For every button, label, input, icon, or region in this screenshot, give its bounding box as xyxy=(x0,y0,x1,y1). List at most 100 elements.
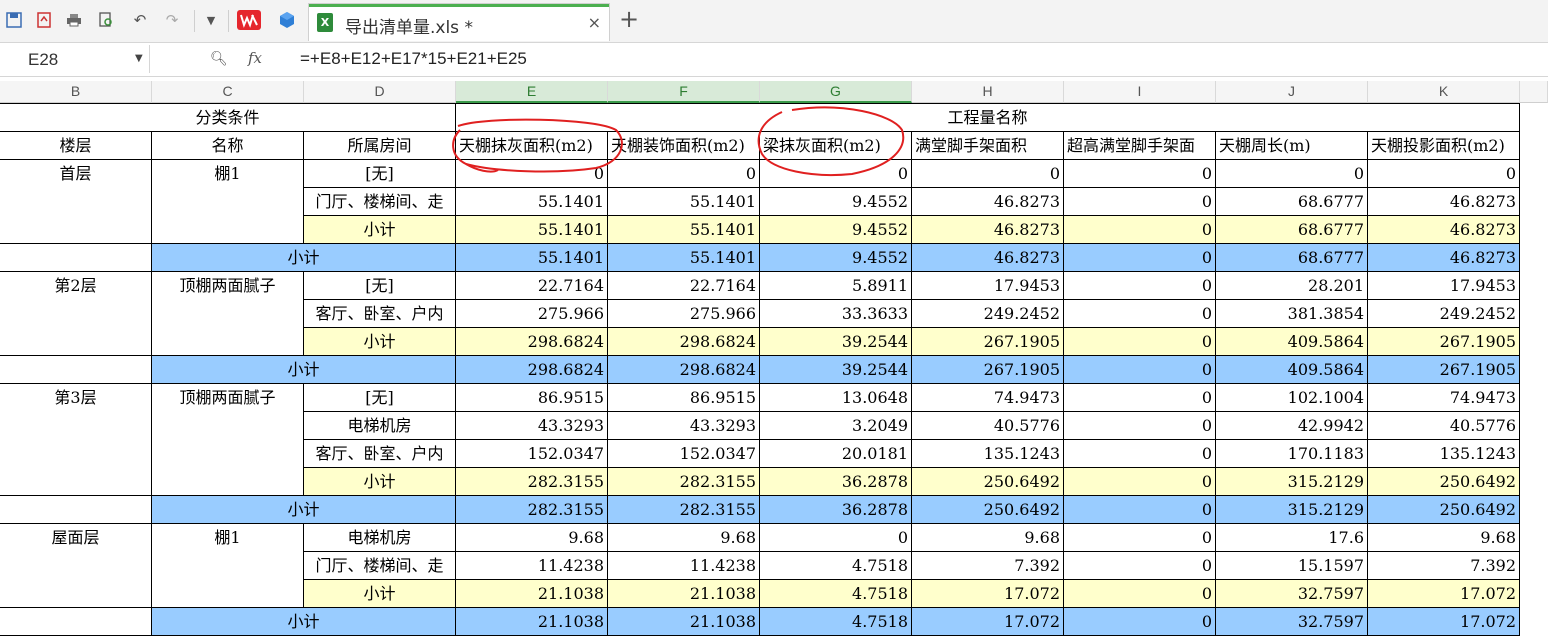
fx-icon[interactable]: fx xyxy=(248,49,262,67)
name-cell[interactable]: 棚1 xyxy=(152,524,304,608)
value-cell[interactable]: 152.0347 xyxy=(608,440,760,468)
column-title-B[interactable]: 楼层 xyxy=(0,132,152,160)
floor-subtotal-value[interactable]: 32.7597 xyxy=(1216,608,1368,636)
floor-subtotal-value[interactable]: 0 xyxy=(1064,356,1216,384)
floor-subtotal-value[interactable]: 267.1905 xyxy=(1368,356,1520,384)
value-cell[interactable]: 9.68 xyxy=(1368,524,1520,552)
column-title-D[interactable]: 所属房间 xyxy=(304,132,456,160)
header-group-quantity[interactable]: 工程量名称 xyxy=(456,104,1520,132)
value-cell[interactable]: 17.9453 xyxy=(1368,272,1520,300)
subtotal-value-cell[interactable]: 298.6824 xyxy=(608,328,760,356)
value-cell[interactable]: 0 xyxy=(1064,412,1216,440)
floor-cell[interactable]: 屋面层 xyxy=(0,524,152,608)
blank-cell[interactable] xyxy=(0,608,152,636)
subtotal-value-cell[interactable]: 267.1905 xyxy=(1368,328,1520,356)
floor-subtotal-value[interactable]: 46.8273 xyxy=(1368,244,1520,272)
value-cell[interactable]: 0 xyxy=(1216,160,1368,188)
subtotal-value-cell[interactable]: 36.2878 xyxy=(760,468,912,496)
value-cell[interactable]: 0 xyxy=(760,524,912,552)
value-cell[interactable]: 0 xyxy=(760,160,912,188)
column-title-J[interactable]: 天棚周长(m) xyxy=(1216,132,1368,160)
floor-subtotal-value[interactable]: 250.6492 xyxy=(912,496,1064,524)
value-cell[interactable]: 46.8273 xyxy=(912,188,1064,216)
floor-subtotal-value[interactable]: 0 xyxy=(1064,244,1216,272)
value-cell[interactable]: 40.5776 xyxy=(1368,412,1520,440)
value-cell[interactable]: 0 xyxy=(1064,300,1216,328)
room-subtotal-label[interactable]: 小计 xyxy=(304,216,456,244)
value-cell[interactable]: 0 xyxy=(912,160,1064,188)
subtotal-value-cell[interactable]: 0 xyxy=(1064,216,1216,244)
blank-cell[interactable] xyxy=(0,244,152,272)
floor-subtotal-value[interactable]: 55.1401 xyxy=(456,244,608,272)
column-header-F[interactable]: F xyxy=(608,81,760,103)
subtotal-value-cell[interactable]: 46.8273 xyxy=(912,216,1064,244)
floor-subtotal-label[interactable]: 小计 xyxy=(152,608,456,636)
value-cell[interactable]: 55.1401 xyxy=(608,188,760,216)
print-preview-icon[interactable] xyxy=(96,10,116,30)
value-cell[interactable]: 68.6777 xyxy=(1216,188,1368,216)
floor-cell[interactable]: 首层 xyxy=(0,160,152,244)
value-cell[interactable]: 0 xyxy=(1064,552,1216,580)
name-cell[interactable]: 顶棚两面腻子 xyxy=(152,384,304,496)
value-cell[interactable]: 13.0648 xyxy=(760,384,912,412)
value-cell[interactable]: 0 xyxy=(1064,384,1216,412)
floor-subtotal-value[interactable]: 315.2129 xyxy=(1216,496,1368,524)
value-cell[interactable]: 249.2452 xyxy=(912,300,1064,328)
room-subtotal-label[interactable]: 小计 xyxy=(304,328,456,356)
floor-subtotal-value[interactable]: 17.072 xyxy=(912,608,1064,636)
value-cell[interactable]: 43.3293 xyxy=(608,412,760,440)
value-cell[interactable]: 249.2452 xyxy=(1368,300,1520,328)
floor-subtotal-label[interactable]: 小计 xyxy=(152,244,456,272)
add-tab-icon[interactable]: + xyxy=(619,5,639,33)
subtotal-value-cell[interactable]: 250.6492 xyxy=(912,468,1064,496)
floor-cell[interactable]: 第3层 xyxy=(0,384,152,496)
value-cell[interactable]: 86.9515 xyxy=(608,384,760,412)
subtotal-value-cell[interactable]: 0 xyxy=(1064,328,1216,356)
column-title-I[interactable]: 超高满堂脚手架面 xyxy=(1064,132,1216,160)
value-cell[interactable]: 0 xyxy=(1064,160,1216,188)
value-cell[interactable]: 20.0181 xyxy=(760,440,912,468)
close-tab-icon[interactable]: × xyxy=(588,13,601,32)
floor-subtotal-value[interactable]: 17.072 xyxy=(1368,608,1520,636)
column-title-G[interactable]: 梁抹灰面积(m2) xyxy=(760,132,912,160)
column-header-J[interactable]: J xyxy=(1216,81,1368,103)
column-header-K[interactable]: K xyxy=(1368,81,1520,103)
name-box[interactable]: E28 ▼ xyxy=(0,45,150,73)
room-cell[interactable]: [无] xyxy=(304,160,456,188)
column-header-G[interactable]: G xyxy=(760,81,912,103)
subtotal-value-cell[interactable]: 298.6824 xyxy=(456,328,608,356)
header-group-classification[interactable]: 分类条件 xyxy=(0,104,456,132)
room-cell[interactable]: 电梯机房 xyxy=(304,524,456,552)
floor-subtotal-value[interactable]: 9.4552 xyxy=(760,244,912,272)
subtotal-value-cell[interactable]: 32.7597 xyxy=(1216,580,1368,608)
floor-subtotal-value[interactable]: 0 xyxy=(1064,496,1216,524)
floor-subtotal-value[interactable]: 282.3155 xyxy=(456,496,608,524)
value-cell[interactable]: 275.966 xyxy=(456,300,608,328)
subtotal-value-cell[interactable]: 21.1038 xyxy=(456,580,608,608)
floor-cell[interactable]: 第2层 xyxy=(0,272,152,356)
subtotal-value-cell[interactable]: 21.1038 xyxy=(608,580,760,608)
value-cell[interactable]: 9.68 xyxy=(912,524,1064,552)
room-cell[interactable]: 门厅、楼梯间、走 xyxy=(304,188,456,216)
value-cell[interactable]: 7.392 xyxy=(912,552,1064,580)
subtotal-value-cell[interactable]: 409.5864 xyxy=(1216,328,1368,356)
cube-icon[interactable] xyxy=(277,10,297,30)
floor-subtotal-value[interactable]: 68.6777 xyxy=(1216,244,1368,272)
name-cell[interactable]: 棚1 xyxy=(152,160,304,244)
floor-subtotal-value[interactable]: 46.8273 xyxy=(912,244,1064,272)
value-cell[interactable]: 22.7164 xyxy=(456,272,608,300)
subtotal-value-cell[interactable]: 315.2129 xyxy=(1216,468,1368,496)
column-header-I[interactable]: I xyxy=(1064,81,1216,103)
document-tab[interactable]: X 导出清单量.xls * × xyxy=(308,3,610,41)
room-cell[interactable]: 电梯机房 xyxy=(304,412,456,440)
subtotal-value-cell[interactable]: 4.7518 xyxy=(760,580,912,608)
value-cell[interactable]: 9.68 xyxy=(456,524,608,552)
floor-subtotal-value[interactable]: 36.2878 xyxy=(760,496,912,524)
value-cell[interactable]: 33.3633 xyxy=(760,300,912,328)
subtotal-value-cell[interactable]: 0 xyxy=(1064,580,1216,608)
value-cell[interactable]: 0 xyxy=(1064,272,1216,300)
subtotal-value-cell[interactable]: 282.3155 xyxy=(608,468,760,496)
value-cell[interactable]: 0 xyxy=(1064,188,1216,216)
column-header-B[interactable]: B xyxy=(0,81,152,103)
floor-subtotal-value[interactable]: 21.1038 xyxy=(608,608,760,636)
